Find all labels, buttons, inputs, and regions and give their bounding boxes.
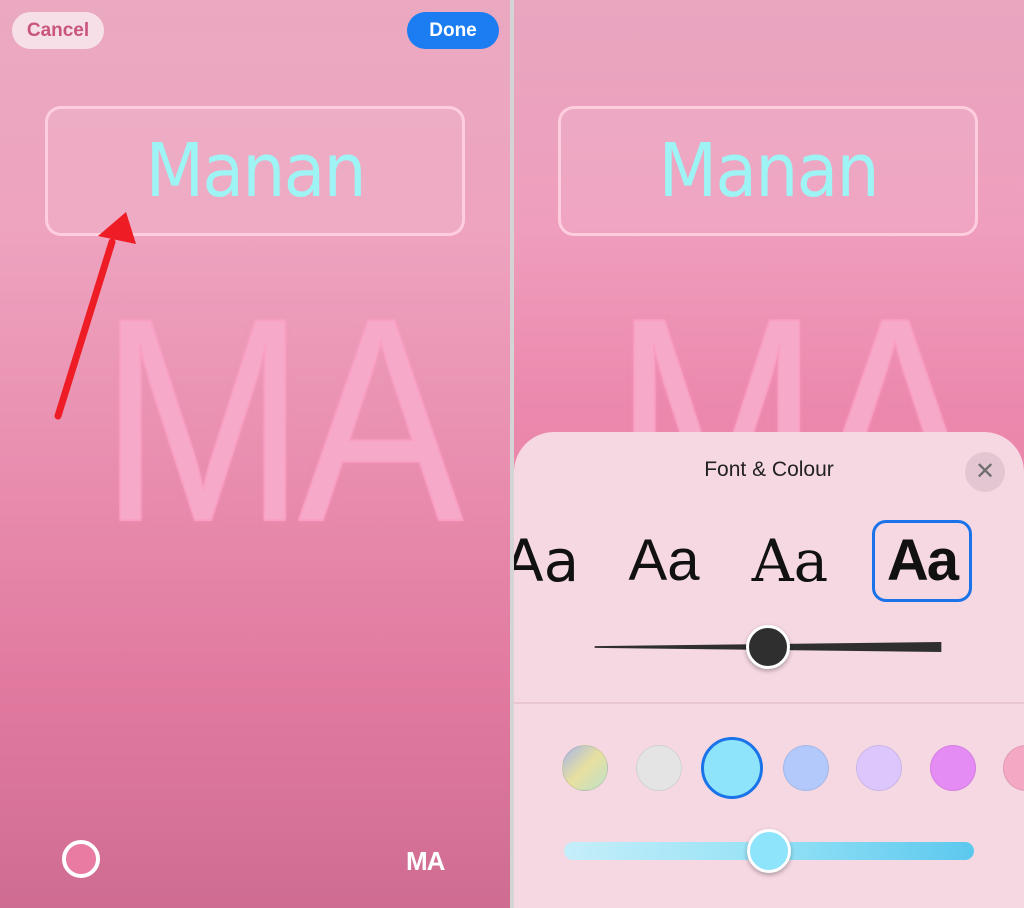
left-screenshot: Cancel Done Manan MA MA bbox=[0, 0, 510, 908]
colour-swatch[interactable] bbox=[562, 745, 608, 791]
font-option[interactable]: Aa bbox=[624, 520, 704, 602]
done-button[interactable]: Done bbox=[407, 12, 499, 49]
colour-swatch[interactable] bbox=[1003, 745, 1024, 791]
font-option[interactable]: Aa bbox=[750, 520, 830, 602]
colour-swatch[interactable] bbox=[929, 745, 976, 791]
colour-swatch[interactable] bbox=[635, 745, 682, 791]
font-colour-sheet: Font & Colour ✕ Aa Aa Aa Aa bbox=[514, 432, 1024, 908]
font-option-selected[interactable]: Aa bbox=[872, 520, 972, 602]
name-text: Manan bbox=[658, 128, 879, 214]
cancel-button[interactable]: Cancel bbox=[12, 12, 104, 49]
close-icon[interactable]: ✕ bbox=[965, 452, 1005, 492]
font-size-slider-thumb[interactable] bbox=[746, 625, 790, 669]
sheet-title: Font & Colour bbox=[704, 458, 834, 481]
font-option[interactable]: Aa bbox=[514, 520, 579, 602]
monogram-preview: MA bbox=[99, 258, 464, 582]
monogram-style-button[interactable]: MA bbox=[406, 846, 445, 877]
color-circle-button[interactable] bbox=[62, 840, 100, 878]
section-divider bbox=[514, 702, 1024, 704]
colour-swatch-selected[interactable] bbox=[701, 737, 763, 799]
colour-swatch[interactable] bbox=[856, 745, 902, 791]
colour-slider-thumb[interactable] bbox=[747, 829, 791, 873]
name-text-box[interactable]: Manan bbox=[558, 106, 978, 236]
name-text: Manan bbox=[145, 128, 366, 214]
colour-swatch[interactable] bbox=[782, 745, 829, 791]
red-arrow-annotation bbox=[54, 212, 136, 420]
right-screenshot: Manan MA Font & Colour ✕ Aa Aa Aa Aa bbox=[514, 0, 1024, 908]
